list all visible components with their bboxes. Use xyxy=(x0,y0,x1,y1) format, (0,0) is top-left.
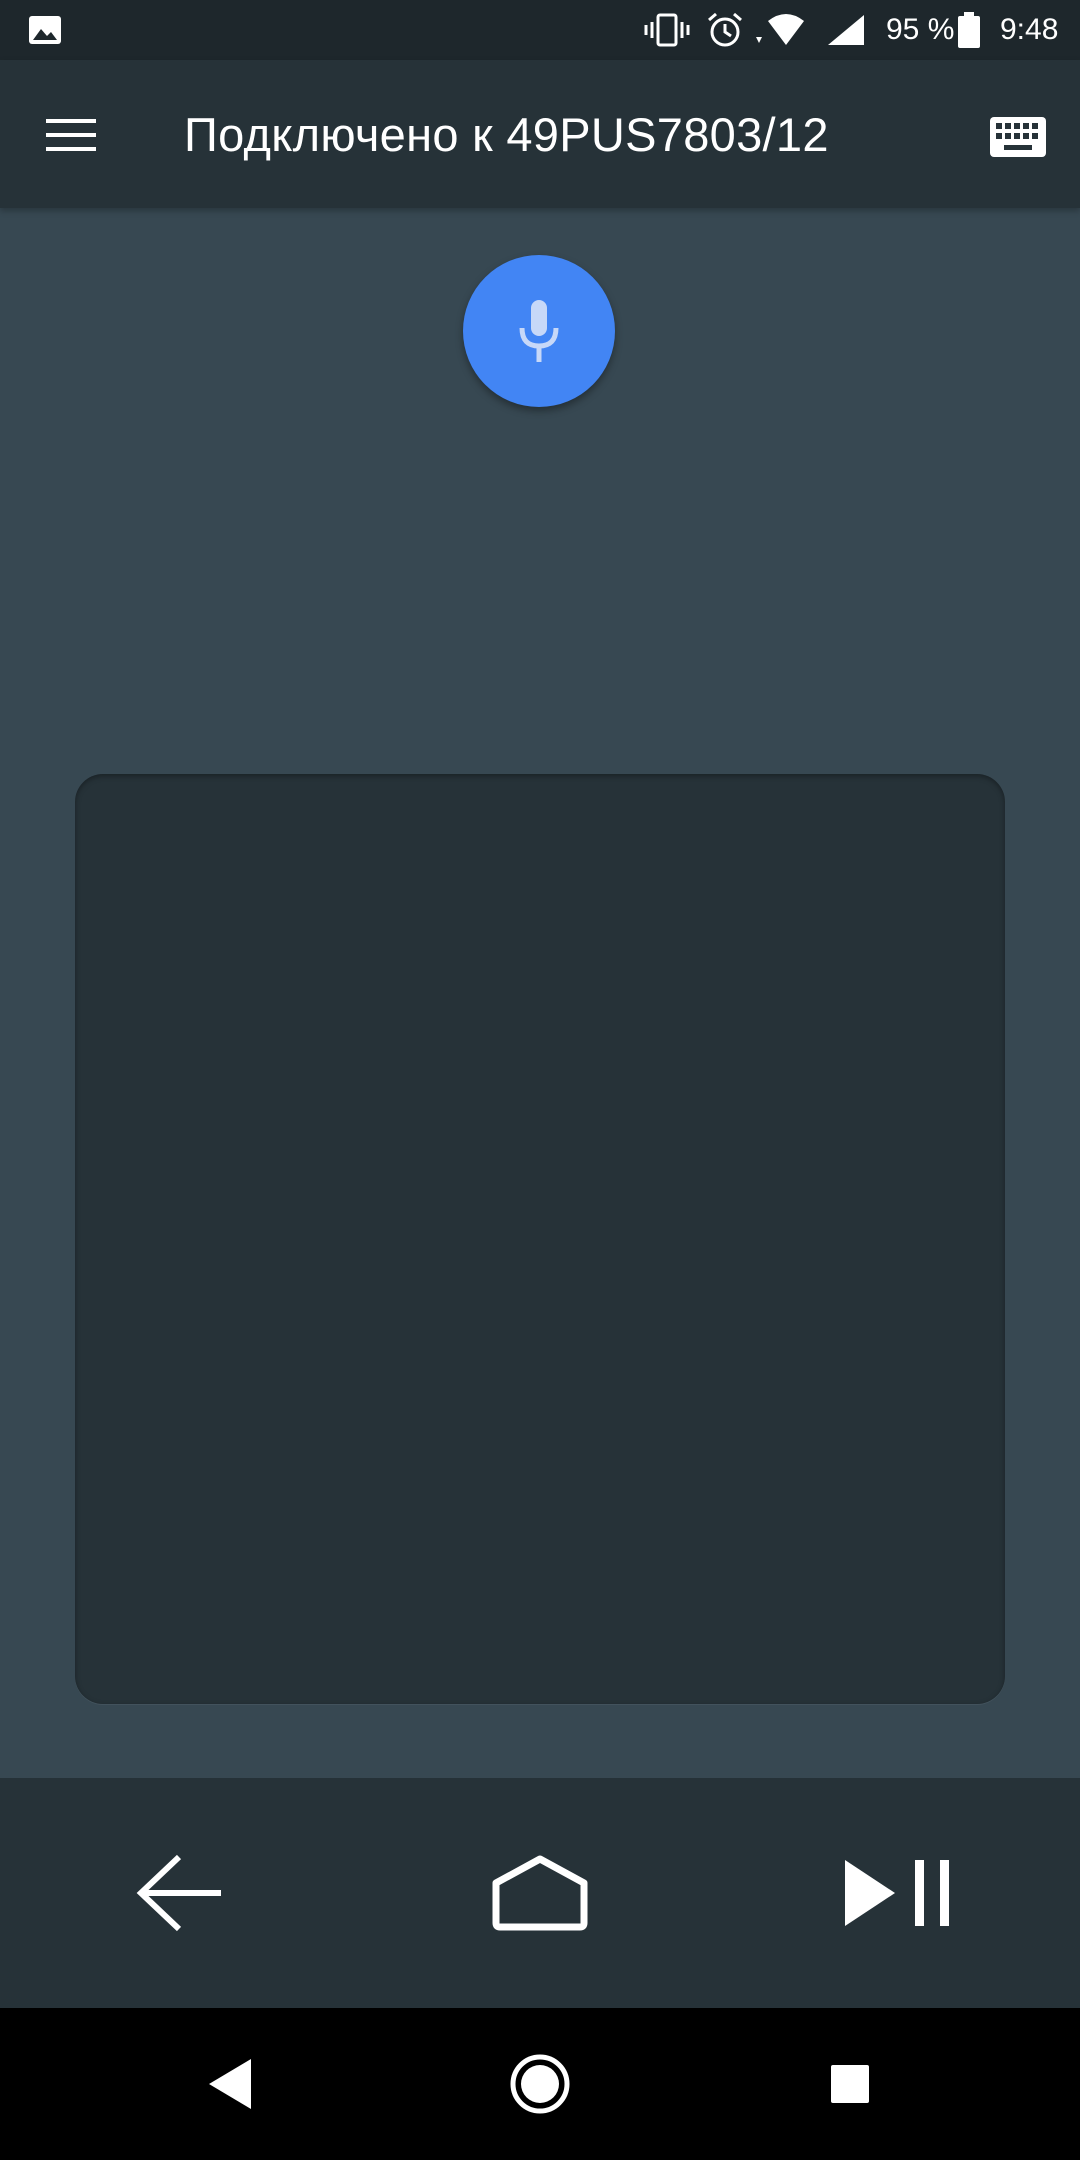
home-icon xyxy=(492,1855,588,1931)
play-pause-button[interactable] xyxy=(800,1778,1000,2008)
nav-home-icon xyxy=(510,2054,570,2114)
back-button[interactable] xyxy=(80,1778,280,2008)
system-recents-button[interactable] xyxy=(780,2008,920,2160)
nav-back-icon xyxy=(209,2059,251,2109)
page-title: Подключено к 49PUS7803/12 xyxy=(184,107,829,161)
nav-recents-icon xyxy=(831,2065,869,2103)
gallery-icon xyxy=(28,0,62,60)
signal-icon xyxy=(826,0,866,60)
battery-icon xyxy=(958,0,980,60)
microphone-icon xyxy=(519,300,559,362)
system-back-button[interactable] xyxy=(160,2008,300,2160)
touchpad[interactable] xyxy=(75,774,1005,1704)
voice-search-button[interactable] xyxy=(463,255,615,407)
keyboard-icon xyxy=(990,117,1046,157)
app-bar: Подключено к 49PUS7803/12 xyxy=(0,60,1080,208)
play-pause-icon xyxy=(845,1860,949,1926)
system-home-button[interactable] xyxy=(470,2008,610,2160)
menu-icon xyxy=(46,119,96,151)
home-button[interactable] xyxy=(440,1778,640,2008)
status-time: 9:48 xyxy=(1000,13,1059,46)
remote-controls xyxy=(0,1778,1080,2008)
wifi-icon xyxy=(756,0,816,60)
back-arrow-icon xyxy=(136,1854,221,1932)
status-bar: 95 % 9:48 xyxy=(0,0,1080,60)
alarm-icon xyxy=(706,0,744,60)
menu-button[interactable] xyxy=(30,100,112,170)
keyboard-button[interactable] xyxy=(978,102,1058,172)
system-navigation-bar xyxy=(0,2008,1080,2160)
vibrate-icon xyxy=(644,0,690,60)
battery-percent: 95 % xyxy=(886,13,955,46)
